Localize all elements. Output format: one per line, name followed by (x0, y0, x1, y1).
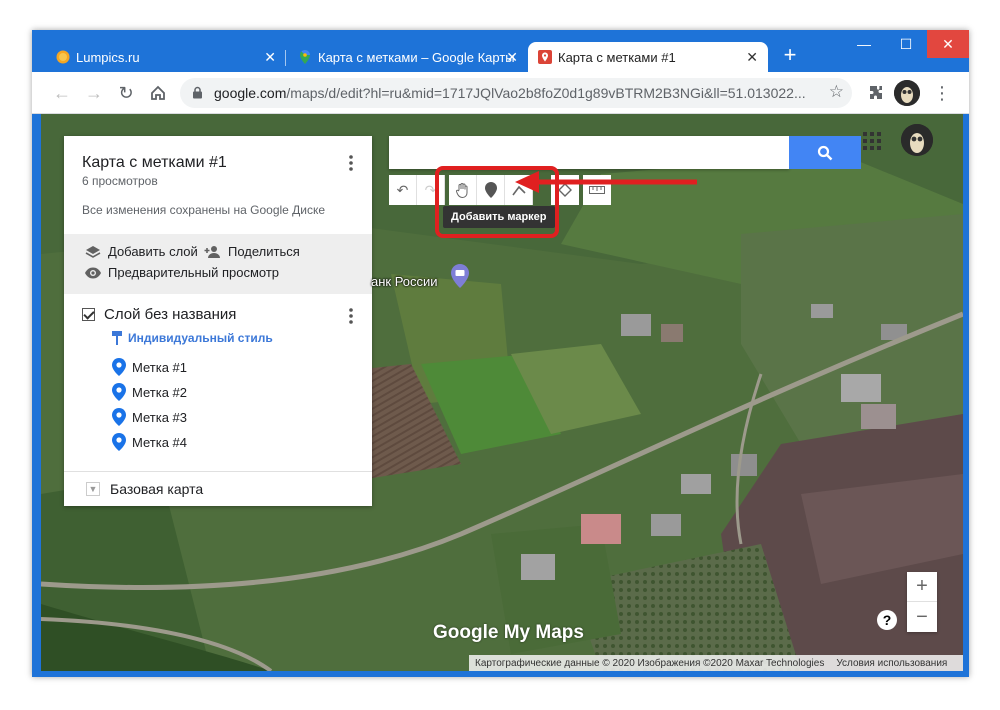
url-path: /maps/d/edit?hl=ru&mid=1717JQlVao2b8foZ0… (286, 85, 806, 101)
extensions-puzzle-icon[interactable] (864, 81, 888, 105)
browser-window: Lumpics.ru ✕ Карта с метками – Google Ка… (32, 30, 969, 677)
marker-item[interactable]: Метка #3 (112, 408, 187, 426)
google-my-maps-logo: Google My Maps (433, 622, 584, 644)
terms-link[interactable]: Условия использования (836, 658, 947, 669)
marker-pin-icon (112, 433, 126, 451)
bookmark-star-icon[interactable]: ☆ (829, 82, 844, 102)
add-person-icon (204, 245, 222, 259)
marker-label: Метка #3 (132, 409, 188, 425)
address-bar[interactable]: google.com/maps/d/edit?hl=ru&mid=1717JQl… (180, 78, 852, 108)
google-maps-favicon-icon (300, 50, 310, 64)
maximize-icon[interactable]: ☐ (885, 30, 927, 58)
tab-label: Карта с метками #1 (558, 49, 676, 65)
lock-icon (193, 86, 202, 99)
chevron-down-icon[interactable]: ▼ (86, 482, 100, 496)
apps-grid-icon[interactable] (863, 132, 881, 150)
marker-item[interactable]: Метка #4 (112, 433, 187, 451)
preview-button[interactable]: Предварительный просмотр (84, 265, 279, 280)
account-avatar[interactable] (901, 124, 933, 156)
search-icon (817, 145, 833, 160)
new-tab-plus-icon[interactable]: + (777, 43, 803, 69)
undo-icon[interactable]: ↶ (389, 175, 417, 205)
base-map-label: Базовая карта (110, 481, 204, 497)
divider (64, 471, 372, 472)
layers-icon (84, 245, 102, 259)
marker-pin-icon (112, 358, 126, 376)
add-layer-label: Добавить слой (108, 244, 198, 259)
attribution-text: Картографические данные © 2020 Изображен… (475, 657, 825, 669)
layer-row[interactable]: Слой без названия (82, 306, 236, 323)
tab-close-icon[interactable]: ✕ (264, 49, 276, 66)
style-label: Индивидуальный стиль (128, 331, 273, 345)
zoom-controls: + − (907, 572, 937, 632)
zoom-out-button[interactable]: − (907, 602, 937, 632)
home-icon[interactable] (146, 81, 170, 105)
url-text: google.com/maps/d/edit?hl=ru&mid=1717JQl… (214, 85, 814, 101)
tab-label: Lumpics.ru (76, 49, 140, 65)
share-button[interactable]: Поделиться (204, 244, 300, 259)
map-legend-panel: Карта с метками #1 6 просмотров Все изме… (64, 136, 372, 506)
my-maps-favicon-icon (538, 50, 552, 64)
layer-name[interactable]: Слой без названия (104, 306, 236, 323)
tab-separator (285, 50, 286, 66)
share-label: Поделиться (228, 244, 300, 259)
paint-roller-icon (112, 331, 122, 345)
panel-actions: Добавить слой Поделиться Предварительный… (64, 234, 372, 294)
view-count: 6 просмотров (82, 174, 158, 188)
zoom-in-button[interactable]: + (907, 572, 937, 602)
tab-close-icon[interactable]: ✕ (506, 49, 518, 66)
map-search-input[interactable] (389, 136, 789, 169)
pointer-arrow-annotation (515, 171, 697, 193)
minimize-icon[interactable]: — (843, 30, 885, 58)
map-options-kebab-icon[interactable] (346, 154, 356, 172)
add-marker-tooltip: Добавить маркер (443, 206, 555, 228)
brand-text: Google My Maps (433, 622, 584, 643)
tab-label: Карта с метками – Google Карты (318, 49, 515, 65)
tab-strip: Lumpics.ru ✕ Карта с метками – Google Ка… (32, 30, 969, 72)
bank-poi-icon[interactable] (451, 264, 469, 288)
save-status: Все изменения сохранены на Google Диске (82, 203, 326, 217)
marker-label: Метка #2 (132, 384, 188, 400)
map-title[interactable]: Карта с метками #1 (82, 154, 227, 172)
add-layer-button[interactable]: Добавить слой (84, 244, 198, 259)
tab-lumpics[interactable]: Lumpics.ru ✕ (46, 42, 286, 72)
tab-google-maps[interactable]: Карта с метками – Google Карты ✕ (288, 42, 528, 72)
back-arrow-icon[interactable]: ← (50, 81, 74, 105)
eye-icon (84, 266, 102, 280)
base-map-row[interactable]: ▼ Базовая карта (86, 481, 203, 497)
marker-item[interactable]: Метка #2 (112, 383, 187, 401)
preview-label: Предварительный просмотр (108, 265, 280, 280)
layer-options-kebab-icon[interactable] (346, 307, 356, 325)
help-icon[interactable]: ? (877, 610, 897, 630)
marker-pin-icon (112, 408, 126, 426)
attribution-bar: Картографические данные © 2020 Изображен… (469, 655, 963, 671)
marker-label: Метка #1 (132, 359, 188, 375)
reload-icon[interactable]: ↻ (114, 81, 138, 105)
marker-item[interactable]: Метка #1 (112, 358, 187, 376)
profile-avatar[interactable] (894, 80, 920, 106)
forward-arrow-icon[interactable]: → (82, 81, 106, 105)
map-canvas[interactable]: Карта с метками #1 6 просмотров Все изме… (41, 114, 963, 671)
tab-close-icon[interactable]: ✕ (746, 49, 758, 66)
browser-toolbar: ← → ↻ google.com/maps/d/edit?hl=ru&mid=1… (32, 72, 969, 114)
layer-checkbox[interactable] (82, 308, 95, 321)
marker-label: Метка #4 (132, 434, 188, 450)
close-window-icon[interactable]: ✕ (927, 30, 969, 58)
search-button[interactable] (789, 136, 861, 169)
tab-my-map[interactable]: Карта с метками #1 ✕ (528, 42, 768, 72)
poi-label[interactable]: анк России (371, 274, 438, 289)
lumpics-favicon-icon (56, 50, 70, 64)
marker-pin-icon (112, 383, 126, 401)
style-link[interactable]: Индивидуальный стиль (112, 331, 273, 345)
url-domain: google.com (214, 85, 287, 101)
browser-menu-icon[interactable]: ⋮ (930, 81, 954, 105)
